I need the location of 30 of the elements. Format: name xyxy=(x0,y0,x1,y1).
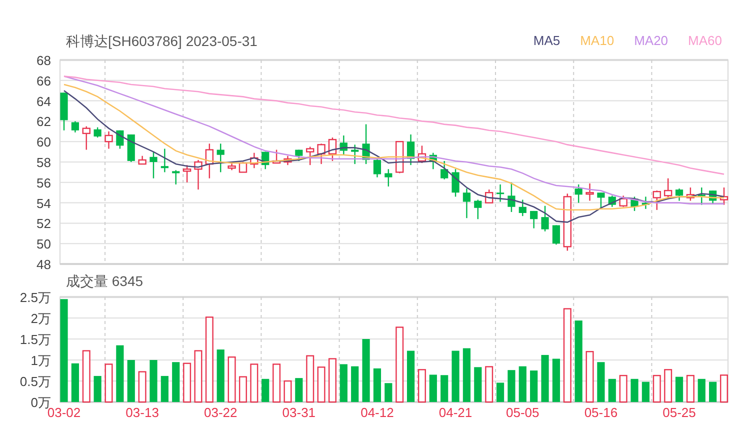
axis-label: 0.5万 xyxy=(20,374,51,389)
axis-label: 05-05 xyxy=(506,405,540,420)
legend-label: MA10 xyxy=(580,32,614,50)
axis-label: 68 xyxy=(36,53,51,68)
legend-label: MA20 xyxy=(634,32,668,50)
axis-label: 64 xyxy=(36,94,51,109)
legend-label: MA5 xyxy=(533,32,560,50)
legend-label: MA60 xyxy=(688,32,722,50)
axis-label: 03-13 xyxy=(126,405,159,420)
axis-label: 52 xyxy=(36,216,51,232)
axis-label: 48 xyxy=(36,257,51,270)
chart-title: 成交量 6345 xyxy=(66,272,144,290)
axis-label: 60 xyxy=(36,134,51,150)
axis-label: 58 xyxy=(36,155,51,170)
axis-label: 05-16 xyxy=(584,405,618,420)
axis-label: 66 xyxy=(36,73,51,88)
axis-label: 62 xyxy=(36,114,51,130)
axis-label: 56 xyxy=(36,175,51,190)
axis-label: 05-25 xyxy=(662,405,696,420)
axis-label: 04-21 xyxy=(438,405,472,420)
axis-label: 04-12 xyxy=(360,405,394,420)
axis-label: 03-22 xyxy=(204,405,238,420)
chart-title: 科博达[SH603786] 2023-05-31 xyxy=(66,32,258,50)
axis-label: 2.5万 xyxy=(20,292,51,305)
axis-label: 1万 xyxy=(30,353,51,368)
axis-label: 03-31 xyxy=(282,405,316,420)
axis-label: 2万 xyxy=(30,311,51,326)
axis-label: 1.5万 xyxy=(20,332,51,347)
axis-label: 54 xyxy=(36,196,51,211)
axis-label: 50 xyxy=(36,236,51,252)
